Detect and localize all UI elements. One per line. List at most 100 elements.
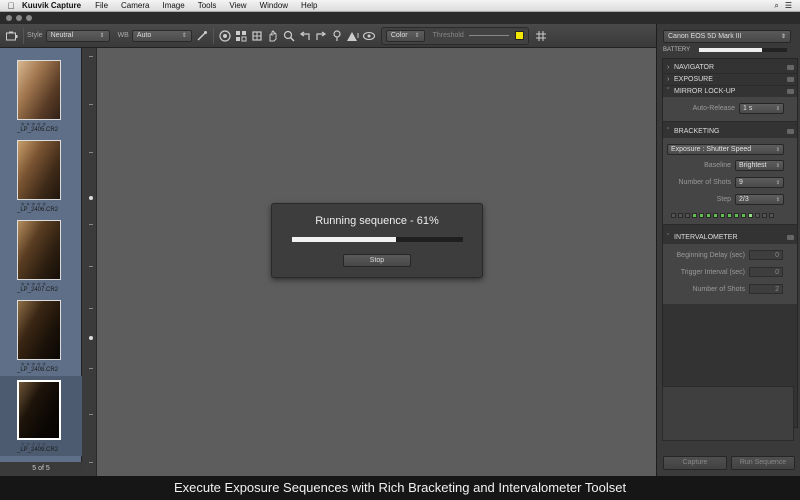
chevron-down-icon: ˇ: [667, 88, 670, 95]
settings-panel: › NAVIGATOR › EXPOSURE ˇ MIRROR LOCK-UP Aut…: [662, 58, 798, 428]
thumbnail-item[interactable]: ★★★★★ _LP_2405.CR2: [0, 56, 82, 136]
bracket-step-marker: [762, 213, 767, 218]
toolbar-divider: [23, 27, 24, 44]
bracket-type-select[interactable]: Exposure : Shutter Speed ⇕: [667, 144, 784, 155]
color-select[interactable]: Color ⇕: [385, 29, 425, 42]
drag-handle-icon[interactable]: [787, 89, 794, 94]
chevron-updown-icon: ⇕: [414, 33, 420, 39]
interval-shots-label: Number of Shots: [692, 286, 745, 293]
step-label: Step: [716, 196, 731, 203]
battery-level: [699, 48, 763, 52]
battery-label: BATTERY: [663, 47, 691, 53]
thumbnail-item-selected[interactable]: ★★★★★ _LP_2409.CR2: [0, 376, 82, 456]
hand-icon[interactable]: [265, 28, 281, 44]
thumbnail-filename: _LP_2408.CR2: [17, 367, 59, 373]
grid-overlay-icon[interactable]: [533, 28, 549, 44]
step-select[interactable]: 2/3 ⇕: [735, 194, 784, 205]
bracketing-body: Exposure : Shutter Speed ⇕ Baseline Brigh…: [663, 138, 797, 224]
exposure-warning-icon[interactable]: [345, 28, 361, 44]
chevron-down-icon: ˇ: [667, 234, 670, 241]
scrubber-tick: [89, 414, 93, 415]
menu-view[interactable]: View: [229, 1, 246, 10]
aperture-icon[interactable]: [217, 28, 233, 44]
bracket-step-marker: [685, 213, 690, 218]
minimize-window-icon[interactable]: [16, 15, 22, 21]
battery-indicator: [699, 48, 787, 52]
number-of-shots-value: 9: [739, 179, 743, 186]
close-window-icon[interactable]: [6, 15, 12, 21]
bracket-step-marker: [692, 213, 697, 218]
spotlight-search-icon[interactable]: ⌕: [774, 1, 778, 11]
rotate-right-icon[interactable]: [313, 28, 329, 44]
crop-icon[interactable]: [249, 28, 265, 44]
chevron-updown-icon: ⇕: [775, 162, 780, 169]
progress-title: Running sequence - 61%: [315, 215, 439, 227]
section-exposure[interactable]: › EXPOSURE: [663, 74, 797, 85]
bracket-step-marker: [734, 213, 739, 218]
notification-list-icon[interactable]: ☰: [785, 1, 792, 11]
app-name-menu[interactable]: Kuuvik Capture: [22, 1, 81, 10]
section-title: NAVIGATOR: [674, 64, 715, 71]
beginning-delay-field[interactable]: 0: [749, 250, 783, 260]
drag-handle-icon[interactable]: [787, 129, 794, 134]
thumbnail-item[interactable]: ★★★★★ _LP_2408.CR2: [0, 296, 82, 376]
bracket-visualizer[interactable]: [671, 213, 774, 218]
pin-icon[interactable]: [329, 28, 345, 44]
white-balance-select[interactable]: Auto ⇕: [131, 29, 192, 42]
baseline-select[interactable]: Brightest ⇕: [735, 160, 784, 171]
rotate-left-icon[interactable]: [297, 28, 313, 44]
intervalometer-body: Beginning Delay (sec) 0 Trigger Interval…: [663, 244, 797, 304]
drag-handle-icon[interactable]: [787, 77, 794, 82]
apple-menu-icon[interactable]: : [0, 1, 22, 11]
bracket-type-value: Exposure : Shutter Speed: [671, 146, 752, 153]
filmstrip-count: 5 of 5: [0, 462, 82, 476]
menu-image[interactable]: Image: [162, 1, 184, 10]
drag-handle-icon[interactable]: [787, 235, 794, 240]
stop-button[interactable]: Stop: [343, 254, 411, 267]
capture-button[interactable]: Capture: [663, 456, 727, 470]
section-intervalometer[interactable]: ˇ INTERVALOMETER: [663, 232, 797, 243]
chevron-updown-icon: ⇕: [775, 146, 780, 153]
section-bracketing[interactable]: ˇ BRACKETING: [663, 126, 797, 137]
menu-tools[interactable]: Tools: [198, 1, 217, 10]
camera-icon[interactable]: [4, 28, 20, 44]
style-select[interactable]: Neutral ⇕: [45, 29, 110, 42]
color-threshold-group: Color ⇕ Threshold: [380, 26, 529, 45]
filmstrip-scrubber[interactable]: [82, 48, 97, 476]
section-mirror-lockup[interactable]: ˇ MIRROR LOCK-UP: [663, 86, 797, 97]
thumbnail-item[interactable]: ★★★★★ _LP_2407.CR2: [0, 216, 82, 296]
right-panel: Canon EOS 5D Mark III ⇕ BATTERY › NAVIGATO…: [656, 24, 800, 476]
threshold-slider[interactable]: [468, 35, 510, 36]
section-navigator[interactable]: › NAVIGATOR: [663, 62, 797, 73]
style-value: Neutral: [50, 32, 74, 39]
threshold-color-swatch[interactable]: [515, 31, 524, 40]
bracket-step-marker: [741, 213, 746, 218]
eyedropper-icon[interactable]: [194, 28, 210, 44]
menu-camera[interactable]: Camera: [121, 1, 149, 10]
thumbnail-filename: _LP_2409.CR2: [17, 447, 59, 453]
camera-select[interactable]: Canon EOS 5D Mark III ⇕: [663, 30, 791, 43]
menu-file[interactable]: File: [95, 1, 108, 10]
scrubber-tick: [89, 104, 93, 105]
grid-view-icon[interactable]: [233, 28, 249, 44]
number-of-shots-select[interactable]: 9 ⇕: [735, 177, 784, 188]
drag-handle-icon[interactable]: [787, 65, 794, 70]
thumbnail-item[interactable]: ★★★★★ _LP_2406.CR2: [0, 136, 82, 216]
eye-icon[interactable]: [361, 28, 377, 44]
toolbar-divider: [212, 27, 214, 44]
progress-bar-fill: [292, 237, 397, 242]
menu-window[interactable]: Window: [260, 1, 288, 10]
trigger-interval-field[interactable]: 0: [749, 267, 783, 277]
run-sequence-button[interactable]: Run Sequence: [731, 456, 795, 470]
scrubber-tick: [89, 368, 93, 369]
zoom-icon[interactable]: [281, 28, 297, 44]
menu-help[interactable]: Help: [301, 1, 317, 10]
bracket-step-marker: [755, 213, 760, 218]
interval-shots-field[interactable]: 2: [749, 284, 783, 294]
auto-release-select[interactable]: 1 s ⇕: [739, 103, 784, 114]
section-title: BRACKETING: [674, 128, 720, 135]
image-viewer[interactable]: Running sequence - 61% Stop: [97, 48, 656, 476]
divider: [663, 121, 797, 122]
section-title: EXPOSURE: [674, 76, 713, 83]
zoom-window-icon[interactable]: [26, 15, 32, 21]
